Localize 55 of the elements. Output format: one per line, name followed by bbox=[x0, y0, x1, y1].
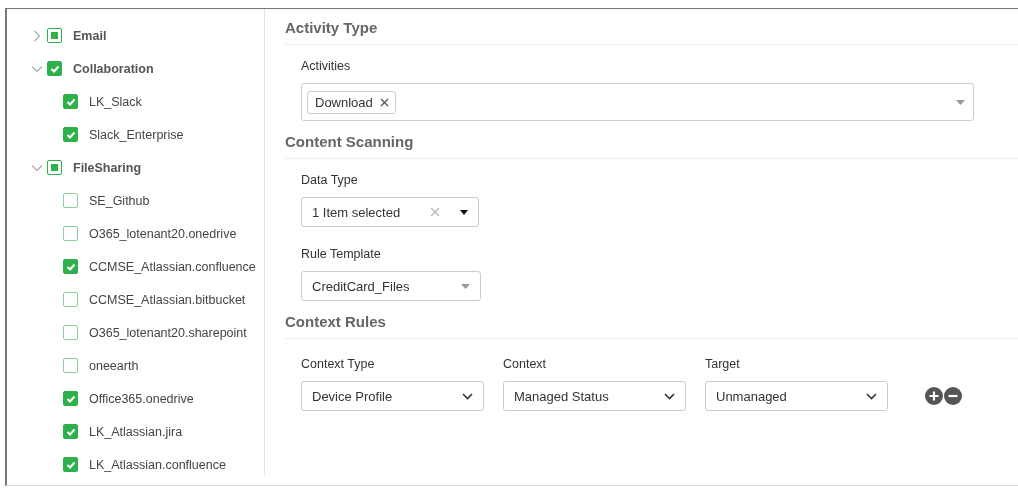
tree-item-label[interactable]: oneearth bbox=[89, 358, 139, 373]
remove-icon[interactable] bbox=[944, 387, 962, 405]
remove-icon[interactable] bbox=[379, 97, 389, 107]
tree-item-label[interactable]: SE_Github bbox=[89, 193, 150, 208]
tree-group-label[interactable]: Collaboration bbox=[73, 61, 154, 76]
tree-group-label[interactable]: FileSharing bbox=[73, 160, 142, 175]
field-label: Data Type bbox=[301, 173, 359, 187]
checkbox[interactable] bbox=[63, 226, 78, 241]
tree-item-label[interactable]: CCMSE_Atlassian.bitbucket bbox=[89, 292, 246, 307]
clear-icon[interactable] bbox=[430, 207, 440, 217]
add-icon[interactable] bbox=[925, 387, 943, 405]
checkbox[interactable] bbox=[63, 292, 78, 307]
checkbox[interactable] bbox=[63, 127, 78, 142]
tree-item-label[interactable]: CCMSE_Atlassian.confluence bbox=[89, 259, 256, 274]
field-label: Activities bbox=[301, 59, 352, 73]
field-label: Rule Template bbox=[301, 247, 382, 261]
checkbox[interactable] bbox=[63, 424, 78, 439]
field-label: Context Type bbox=[301, 357, 376, 371]
checkbox[interactable] bbox=[63, 193, 78, 208]
checkbox[interactable] bbox=[47, 28, 62, 43]
checkbox[interactable] bbox=[63, 325, 78, 340]
checkbox[interactable] bbox=[63, 457, 78, 472]
tree-item-label[interactable]: O365_lotenant20.onedrive bbox=[89, 226, 237, 241]
checkbox[interactable] bbox=[63, 94, 78, 109]
data-type-select[interactable]: 1 Item selected bbox=[301, 197, 479, 227]
caret-icon bbox=[461, 283, 470, 289]
activity-tag[interactable]: Download bbox=[307, 90, 396, 114]
tree-item-label[interactable]: LK_Slack bbox=[89, 94, 142, 109]
activities-field[interactable]: Download bbox=[301, 83, 974, 121]
field-label: Context bbox=[503, 357, 548, 371]
checkbox[interactable] bbox=[63, 358, 78, 373]
tree-item-label[interactable]: LK_Atlassian.jira bbox=[89, 424, 183, 439]
tree-item-label[interactable]: Slack_Enterprise bbox=[89, 127, 184, 142]
section-title: Context Rules bbox=[285, 313, 1018, 339]
context-select[interactable]: Device Profile bbox=[301, 381, 484, 411]
caret-icon bbox=[956, 99, 965, 105]
tree-item-label[interactable]: LK_Atlassian.confluence bbox=[89, 457, 226, 472]
tree-group-label[interactable]: Email bbox=[73, 28, 107, 43]
chevron-right-icon[interactable] bbox=[31, 29, 43, 42]
checkbox[interactable] bbox=[47, 61, 62, 76]
chevron-down-icon bbox=[664, 392, 675, 400]
checkbox[interactable] bbox=[63, 391, 78, 406]
field-label: Target bbox=[705, 357, 741, 371]
section-title: Activity Type bbox=[285, 19, 1018, 45]
caret-icon bbox=[460, 209, 468, 215]
checkbox[interactable] bbox=[47, 160, 62, 175]
chevron-down-icon bbox=[462, 392, 473, 400]
tree-item-label[interactable]: Office365.onedrive bbox=[89, 391, 194, 406]
checkbox[interactable] bbox=[63, 259, 78, 274]
section-title: Content Scanning bbox=[285, 133, 1018, 159]
tree-item-label[interactable]: O365_lotenant20.sharepoint bbox=[89, 325, 247, 340]
rule-template-select[interactable]: CreditCard_Files bbox=[301, 271, 481, 301]
chevron-down-icon bbox=[866, 392, 877, 400]
context-select[interactable]: Managed Status bbox=[503, 381, 686, 411]
context-select[interactable]: Unmanaged bbox=[705, 381, 888, 411]
